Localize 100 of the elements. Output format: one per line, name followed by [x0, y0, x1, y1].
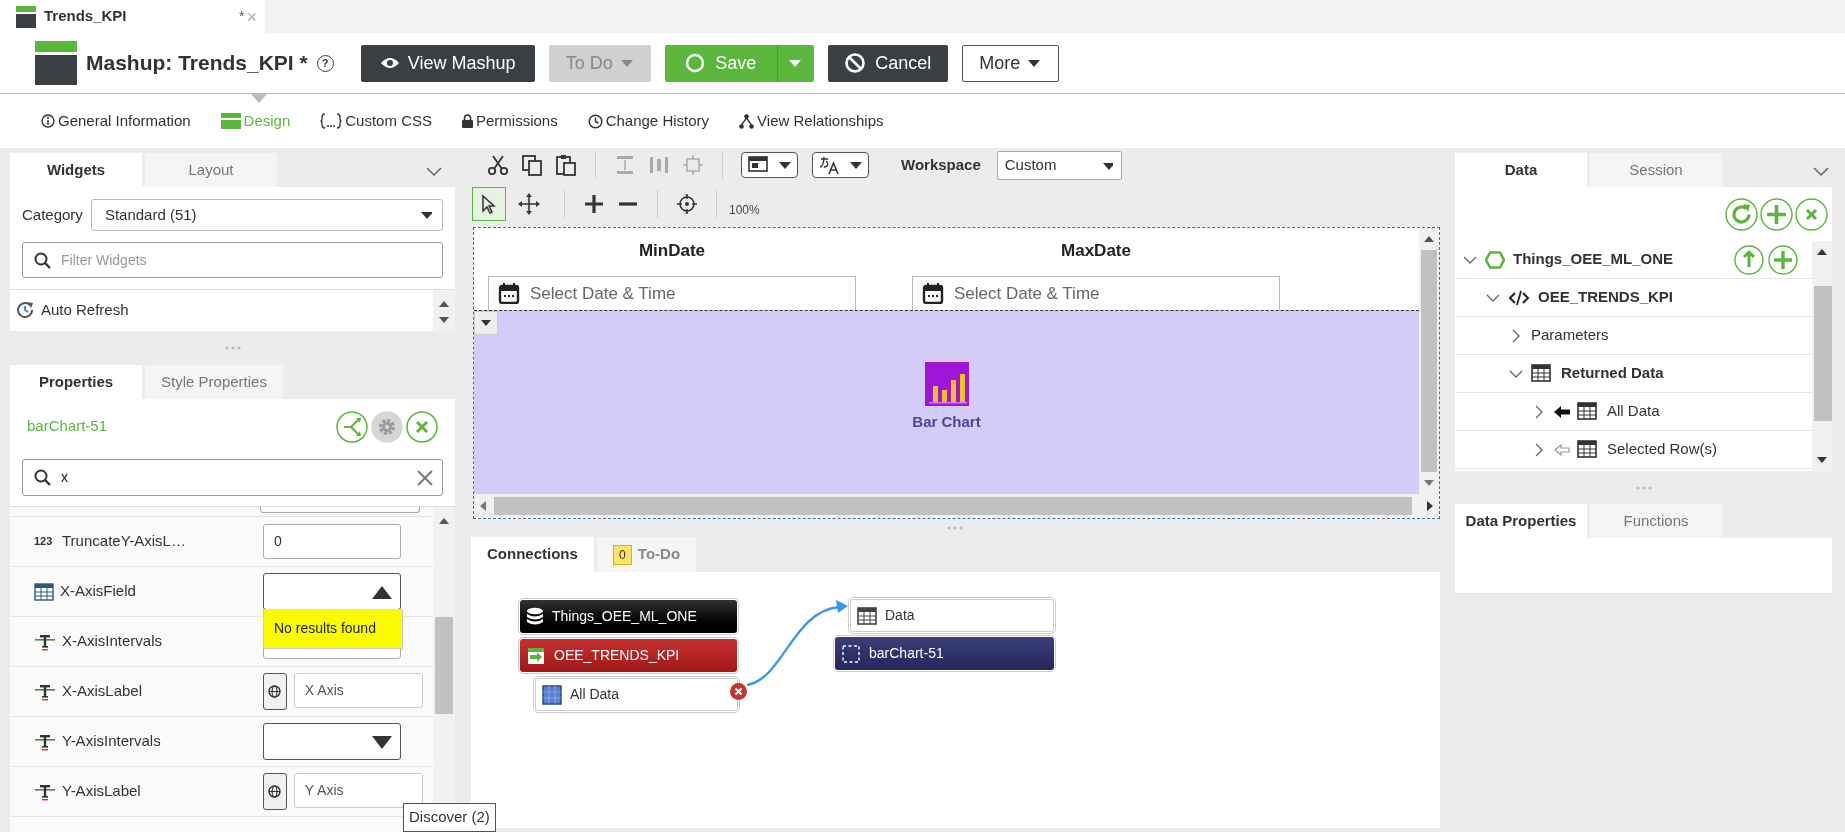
panel-tab[interactable]: Widgets: [10, 153, 142, 187]
nav-tab[interactable]: General Information: [41, 93, 191, 149]
language-button[interactable]: [812, 152, 869, 178]
panel-tab[interactable]: Layout: [145, 153, 277, 187]
property-field[interactable]: X Axis: [293, 673, 423, 708]
resize-handle[interactable]: [224, 346, 241, 350]
database-icon: [526, 606, 544, 627]
panel-tab[interactable]: Properties: [10, 365, 142, 399]
save-menu-button[interactable]: [776, 44, 814, 82]
tree-item[interactable]: Selected Row(s): [1455, 431, 1812, 469]
info-icon: [41, 114, 55, 128]
scrollbar[interactable]: [1419, 228, 1439, 494]
category-label: Category: [22, 204, 83, 225]
search-field[interactable]: x: [22, 459, 443, 496]
localize-button[interactable]: [263, 773, 287, 810]
nav-tab[interactable]: Change History: [587, 93, 710, 149]
bindings-icon[interactable]: [336, 410, 368, 443]
panel-tab[interactable]: Functions: [1590, 504, 1722, 538]
select-tool-button[interactable]: [472, 187, 506, 221]
cut-icon[interactable]: [487, 154, 509, 176]
placeholder: Select Date & Time: [530, 282, 676, 305]
panel-tab[interactable]: Session: [1590, 153, 1722, 187]
widget-name: barChart-51: [27, 416, 108, 437]
tree-item[interactable]: OEE_TRENDS_KPI: [1455, 279, 1812, 317]
settings-icon[interactable]: [371, 410, 403, 443]
widget-list-item[interactable]: Auto Refresh: [10, 290, 433, 330]
remove-connection-icon[interactable]: [730, 683, 747, 700]
zoom-in-icon[interactable]: [583, 193, 605, 215]
more-button[interactable]: More: [961, 44, 1059, 82]
nav-tab[interactable]: Permissions: [462, 93, 558, 149]
paste-icon[interactable]: [555, 154, 577, 176]
nav-tab[interactable]: View Relationships: [739, 93, 884, 149]
caret-icon: [778, 159, 793, 171]
language-icon: [817, 155, 840, 175]
panel-tab[interactable]: 0 To-Do: [596, 537, 697, 572]
widget-node[interactable]: barChart-51: [835, 637, 1054, 670]
chart-widget[interactable]: Bar Chart: [474, 310, 1419, 494]
text-type-icon: [34, 632, 56, 651]
workspace-select[interactable]: Custom: [996, 150, 1122, 180]
todo-count: 0: [612, 544, 632, 565]
nav-tab[interactable]: Custom CSS: [320, 93, 432, 149]
zoom-level: 100%: [729, 202, 760, 219]
upload-icon[interactable]: [1734, 244, 1764, 275]
close-icon[interactable]: [406, 410, 438, 443]
modified-mark: *: [239, 7, 245, 26]
service-node[interactable]: OEE_TRENDS_KPI: [520, 639, 737, 672]
tree-item[interactable]: Things_OEE_ML_ONE: [1455, 241, 1812, 279]
view-button[interactable]: View Mashup: [360, 44, 535, 82]
hierarchy-icon: [739, 113, 755, 129]
resize-handle[interactable]: [1635, 485, 1652, 490]
caret-icon: [619, 57, 634, 69]
target-icon[interactable]: [676, 193, 698, 215]
panel-tab[interactable]: Style Properties: [145, 365, 283, 399]
panel-tab[interactable]: Data: [1455, 153, 1587, 187]
panel-tab[interactable]: Data Properties: [1455, 504, 1587, 538]
document-title[interactable]: Trends_KPI: [44, 5, 127, 28]
category-select[interactable]: Standard (51): [90, 199, 443, 231]
localize-button[interactable]: [263, 673, 287, 710]
add-icon[interactable]: [1768, 244, 1798, 275]
scrollbar[interactable]: [433, 290, 455, 332]
layout-button[interactable]: [741, 152, 798, 178]
date-label: MaxDate: [1061, 240, 1131, 262]
code-icon: [1508, 289, 1530, 306]
eye-icon: [379, 56, 400, 70]
tree-item[interactable]: All Data: [1455, 393, 1812, 431]
property-name: X-AxisLabel: [62, 681, 144, 702]
property-name: Y-AxisLabel: [62, 781, 142, 802]
property-select[interactable]: [263, 573, 401, 610]
property-field[interactable]: 0: [263, 524, 401, 559]
widget-menu-button[interactable]: [474, 311, 498, 335]
placeholder: Select Date & Time: [954, 282, 1100, 305]
property-node[interactable]: Data: [850, 599, 1054, 632]
add-icon[interactable]: [1760, 197, 1793, 231]
property-select[interactable]: [263, 723, 401, 760]
caret-down-icon: [372, 734, 392, 749]
caret-up-icon: [372, 584, 392, 599]
panel-tab[interactable]: Connections: [471, 537, 594, 572]
property-field[interactable]: Y Axis: [293, 773, 423, 808]
selection-icon: [841, 643, 861, 664]
calendar-icon: [498, 282, 520, 305]
tooltip: Discover (2): [403, 803, 496, 832]
text-type-icon: [34, 682, 56, 701]
refresh-icon[interactable]: [1725, 197, 1758, 231]
resize-handle[interactable]: [947, 526, 963, 530]
ban-icon: [844, 52, 867, 74]
scrollbar[interactable]: [474, 494, 1439, 518]
circle-icon: [685, 53, 706, 73]
cancel-button[interactable]: Cancel: [827, 44, 948, 82]
text-type-icon: [34, 782, 56, 801]
clear-icon[interactable]: [416, 468, 434, 487]
copy-icon[interactable]: [521, 154, 543, 176]
output-node[interactable]: All Data: [535, 678, 738, 711]
table-icon: [1531, 363, 1553, 384]
thing-node[interactable]: Things_OEE_ML_ONE: [520, 600, 737, 633]
type-label: 123: [34, 534, 54, 550]
close-icon[interactable]: [1795, 197, 1828, 231]
tree-item[interactable]: Returned Data: [1455, 355, 1812, 393]
widget-label: Bar Chart: [912, 411, 981, 432]
tree-item[interactable]: Parameters: [1455, 317, 1812, 355]
category-value: Standard (51): [104, 204, 197, 225]
